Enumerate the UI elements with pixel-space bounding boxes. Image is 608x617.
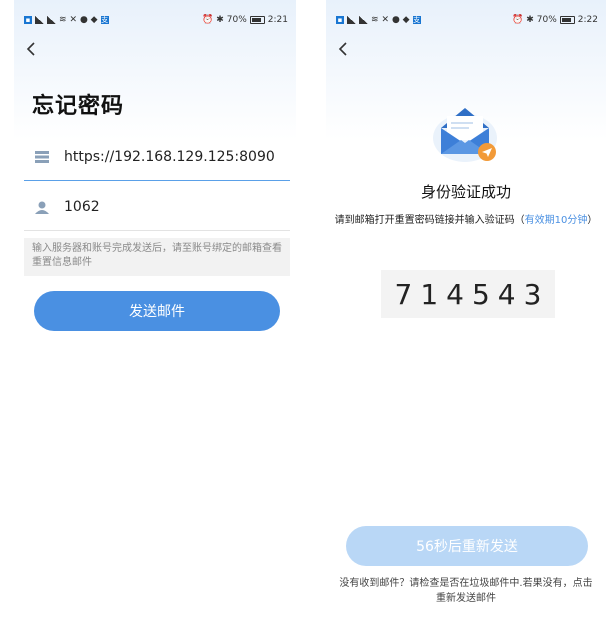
battery-percent: 70% — [536, 15, 557, 25]
chevron-left-icon — [338, 42, 347, 56]
instruction-main: 请到邮箱打开重置密码链接并输入验证码（ — [334, 215, 525, 226]
resend-button[interactable]: 56秒后重新发送 — [346, 526, 588, 566]
server-url-field[interactable]: https://192.168.129.125:8090 — [24, 134, 290, 181]
clock-time: 2:21 — [267, 15, 288, 25]
bluetooth-icon: ✱ — [526, 15, 534, 25]
footer-hint: 没有收到邮件？请检查是否在垃圾邮件中.若果没有，点击重新发送邮件 — [339, 578, 593, 604]
validity-highlight: 有效期10分钟 — [524, 215, 588, 226]
email-envelope-icon — [431, 98, 503, 164]
wifi-icon: ≋ — [59, 15, 67, 25]
alarm-icon: ⏰ — [202, 15, 214, 25]
hint-text: 输入服务器和账号完成发送后，请至账号绑定的邮箱查看重置信息邮件 — [24, 238, 290, 276]
verification-code-box[interactable]: 714543 — [381, 270, 555, 318]
alarm-icon: ⏰ — [512, 15, 524, 25]
alipay-icon: 支 — [412, 16, 421, 24]
back-button[interactable] — [26, 42, 38, 56]
verification-screen: ▪ ≋ ✕ ● ◆ 支 ⏰ ✱ 70% 2:22 身份验证成功 请到邮箱打开重置… — [326, 0, 606, 617]
page-title: 忘记密码 — [32, 94, 125, 119]
battery-icon — [249, 16, 265, 24]
account-input[interactable]: 1062 — [64, 199, 100, 215]
back-button[interactable] — [338, 42, 350, 56]
user-icon — [34, 201, 50, 214]
signal-icon — [359, 16, 368, 24]
verification-title: 身份验证成功 — [420, 183, 511, 201]
battery-percent: 70% — [226, 15, 247, 25]
app-notification-icon: ▪ — [336, 16, 344, 24]
send-email-button[interactable]: 发送邮件 — [34, 291, 280, 331]
signal-icon — [35, 16, 44, 24]
notification-icons: ✕ ● ◆ — [69, 15, 98, 25]
instruction-end: ） — [587, 215, 598, 226]
verification-code: 714543 — [394, 277, 550, 311]
signal-icon — [47, 16, 56, 24]
forgot-password-screen: ▪ ≋ ✕ ● ◆ 支 ⏰ ✱ 70% 2:21 忘记密码 https://19… — [14, 0, 296, 617]
chevron-left-icon — [26, 42, 35, 56]
alipay-icon: 支 — [100, 16, 109, 24]
wifi-icon: ≋ — [371, 15, 379, 25]
instruction-text: 请到邮箱打开重置密码链接并输入验证码（有效期10分钟） — [330, 214, 602, 228]
signal-icon — [347, 16, 356, 24]
bluetooth-icon: ✱ — [216, 15, 224, 25]
notification-icons: ✕ ● ◆ — [381, 15, 410, 25]
server-url-input[interactable]: https://192.168.129.125:8090 — [64, 149, 275, 165]
clock-time: 2:22 — [577, 15, 598, 25]
status-bar: ▪ ≋ ✕ ● ◆ 支 ⏰ ✱ 70% 2:22 — [336, 13, 598, 27]
battery-icon — [559, 16, 575, 24]
status-bar: ▪ ≋ ✕ ● ◆ 支 ⏰ ✱ 70% 2:21 — [24, 13, 288, 27]
app-notification-icon: ▪ — [24, 16, 32, 24]
server-icon — [34, 151, 50, 163]
account-field[interactable]: 1062 — [24, 184, 290, 231]
